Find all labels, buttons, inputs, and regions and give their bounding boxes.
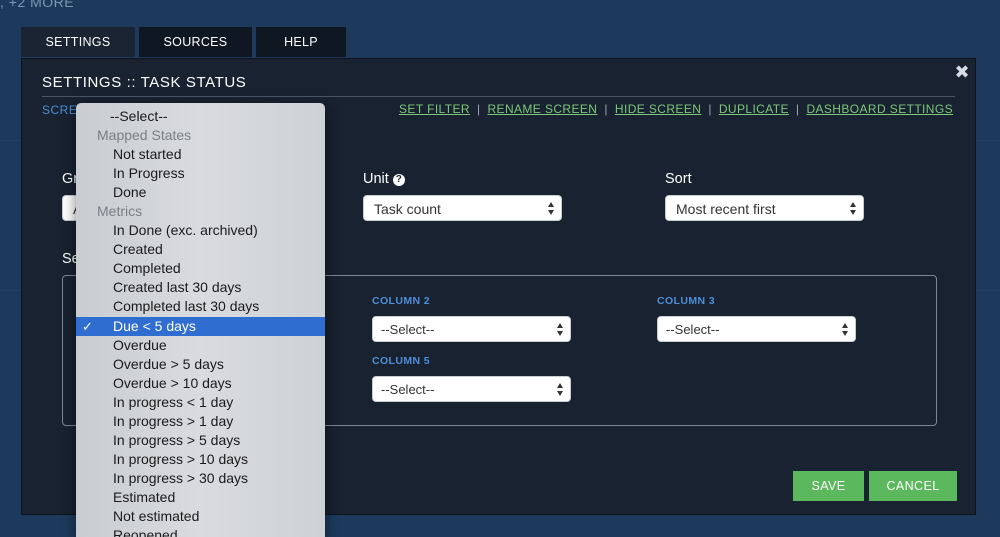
- select-arrows-icon: [842, 323, 849, 336]
- sort-select-value: Most recent first: [676, 201, 776, 217]
- rename-screen-link[interactable]: RENAME SCREEN: [487, 102, 597, 116]
- select-arrows-icon: [850, 202, 857, 215]
- title-divider: [42, 96, 955, 97]
- unit-label-text: Unit: [363, 171, 389, 187]
- column-5-select[interactable]: --Select--: [372, 376, 571, 402]
- dropdown-option[interactable]: In progress > 5 days: [76, 431, 325, 450]
- dropdown-option[interactable]: In Progress: [76, 164, 325, 183]
- column-2-select[interactable]: --Select--: [372, 316, 571, 342]
- link-separator: |: [604, 102, 608, 116]
- tab-settings[interactable]: SETTINGS: [21, 27, 135, 57]
- dashboard-settings-link[interactable]: DASHBOARD SETTINGS: [806, 102, 953, 116]
- dropdown-option-label: Due < 5 days: [113, 318, 196, 334]
- link-separator: |: [476, 102, 481, 116]
- checkmark-icon: ✓: [82, 319, 93, 334]
- dropdown-option-placeholder[interactable]: --Select--: [76, 107, 325, 126]
- close-icon[interactable]: ✖: [954, 63, 970, 81]
- duplicate-link[interactable]: DUPLICATE: [719, 102, 789, 116]
- link-separator: |: [708, 102, 712, 116]
- dropdown-option[interactable]: Completed last 30 days: [76, 297, 325, 316]
- dropdown-option[interactable]: Completed: [76, 259, 325, 278]
- hide-screen-link[interactable]: HIDE SCREEN: [615, 102, 701, 116]
- dropdown-option[interactable]: Not started: [76, 145, 325, 164]
- dropdown-option-selected[interactable]: ✓ Due < 5 days: [76, 317, 325, 336]
- dropdown-option[interactable]: Created: [76, 240, 325, 259]
- dropdown-group-mapped-states: Mapped States: [97, 127, 192, 143]
- unit-label: Unit?: [363, 171, 405, 187]
- dropdown-option[interactable]: In progress > 10 days: [76, 450, 325, 469]
- column-5-label: COLUMN 5: [372, 355, 431, 367]
- dropdown-option[interactable]: Overdue > 5 days: [76, 355, 325, 374]
- dropdown-option[interactable]: Overdue > 10 days: [76, 374, 325, 393]
- column-3-value: --Select--: [666, 322, 720, 337]
- unit-select[interactable]: Task count: [363, 195, 562, 221]
- save-button[interactable]: SAVE: [793, 471, 864, 501]
- select-arrows-icon: [548, 202, 555, 215]
- sort-select[interactable]: Most recent first: [665, 195, 864, 221]
- column-1-dropdown-menu: --Select-- Mapped States Not started In …: [76, 103, 325, 537]
- column-2-label: COLUMN 2: [372, 295, 431, 307]
- dropdown-option[interactable]: Estimated: [76, 488, 325, 507]
- sort-label: Sort: [665, 171, 692, 187]
- modal-title: SETTINGS :: TASK STATUS: [42, 74, 247, 91]
- dropdown-option[interactable]: Done: [76, 183, 325, 202]
- cancel-button[interactable]: CANCEL: [869, 471, 957, 501]
- tab-sources[interactable]: SOURCES: [139, 27, 252, 57]
- column-5-value: --Select--: [381, 382, 435, 397]
- tab-bar: SETTINGS SOURCES HELP: [21, 27, 346, 57]
- action-links: SET FILTER | RENAME SCREEN | HIDE SCREEN…: [399, 102, 953, 116]
- dropdown-option[interactable]: In progress < 1 day: [76, 393, 325, 412]
- column-2-value: --Select--: [381, 322, 435, 337]
- tab-help[interactable]: HELP: [256, 27, 346, 57]
- dropdown-group-metrics: Metrics: [97, 203, 143, 219]
- link-separator: |: [795, 102, 800, 116]
- select-arrows-icon: [557, 383, 564, 396]
- dropdown-option[interactable]: In Done (exc. archived): [76, 221, 325, 240]
- column-3-select[interactable]: --Select--: [657, 316, 856, 342]
- breadcrumb[interactable]: , +2 MORE: [0, 0, 74, 10]
- help-icon[interactable]: ?: [392, 174, 405, 186]
- dropdown-option[interactable]: In progress > 30 days: [76, 469, 325, 488]
- dropdown-option[interactable]: In progress > 1 day: [76, 412, 325, 431]
- dropdown-option[interactable]: Created last 30 days: [76, 278, 325, 297]
- unit-select-value: Task count: [374, 201, 441, 217]
- dropdown-option[interactable]: Overdue: [76, 336, 325, 355]
- dropdown-option[interactable]: Reopened: [76, 526, 325, 537]
- dropdown-option[interactable]: Not estimated: [76, 507, 325, 526]
- select-arrows-icon: [557, 323, 564, 336]
- screen-label[interactable]: SCRE: [42, 103, 77, 117]
- column-3-label: COLUMN 3: [657, 295, 716, 307]
- set-filter-link[interactable]: SET FILTER: [399, 102, 470, 116]
